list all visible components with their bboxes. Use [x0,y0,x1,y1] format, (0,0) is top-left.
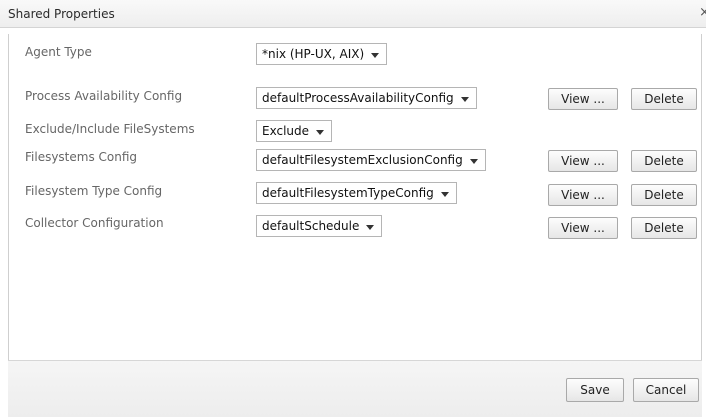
filesystem-type-config-value: defaultFilesystemTypeConfig [262,186,434,200]
filesystem-type-config-label: Filesystem Type Config [25,184,163,198]
collector-configuration-delete-button[interactable]: Delete [631,217,697,239]
filesystem-type-config-delete-button[interactable]: Delete [631,184,697,206]
exclude-include-filesystems-value: Exclude [262,124,310,138]
filesystems-config-delete-button[interactable]: Delete [631,150,697,172]
dialog-titlebar: Shared Properties × [0,0,706,28]
filesystem-type-config-view-button[interactable]: View ... [548,184,618,206]
process-availability-config-label: Process Availability Config [25,89,183,103]
dialog-title: Shared Properties [8,7,115,21]
process-availability-config-value: defaultProcessAvailabilityConfig [262,91,454,105]
filesystem-type-config-select[interactable]: defaultFilesystemTypeConfig [256,182,457,204]
process-availability-view-button[interactable]: View ... [548,88,618,110]
filesystems-config-select[interactable]: defaultFilesystemExclusionConfig [256,149,486,171]
chevron-down-icon [440,192,449,197]
exclude-include-filesystems-label: Exclude/Include FileSystems [25,122,195,136]
cancel-button[interactable]: Cancel [633,378,699,402]
chevron-down-icon [371,53,380,58]
chevron-down-icon [366,225,375,230]
chevron-down-icon [316,130,325,135]
agent-type-label: Agent Type [25,45,92,59]
chevron-down-icon [460,97,469,102]
process-availability-config-select[interactable]: defaultProcessAvailabilityConfig [256,87,477,109]
chevron-down-icon [469,159,478,164]
close-icon[interactable]: × [699,5,706,20]
exclude-include-filesystems-select[interactable]: Exclude [256,120,333,142]
save-button[interactable]: Save [566,378,624,402]
dialog-footer: Save Cancel [8,360,702,417]
filesystems-config-value: defaultFilesystemExclusionConfig [262,153,463,167]
collector-configuration-value: defaultSchedule [262,219,360,233]
agent-type-value: *nix (HP-UX, AIX) [262,47,365,61]
collector-configuration-select[interactable]: defaultSchedule [256,215,383,237]
process-availability-delete-button[interactable]: Delete [631,88,697,110]
filesystems-config-label: Filesystems Config [25,150,138,164]
collector-configuration-label: Collector Configuration [25,216,164,230]
collector-configuration-view-button[interactable]: View ... [548,217,618,239]
filesystems-config-view-button[interactable]: View ... [548,150,618,172]
properties-form: Agent Type *nix (HP-UX, AIX) Process Ava… [8,34,702,360]
agent-type-select[interactable]: *nix (HP-UX, AIX) [256,43,388,65]
shared-properties-dialog: Shared Properties × Agent Type *nix (HP-… [0,0,706,417]
